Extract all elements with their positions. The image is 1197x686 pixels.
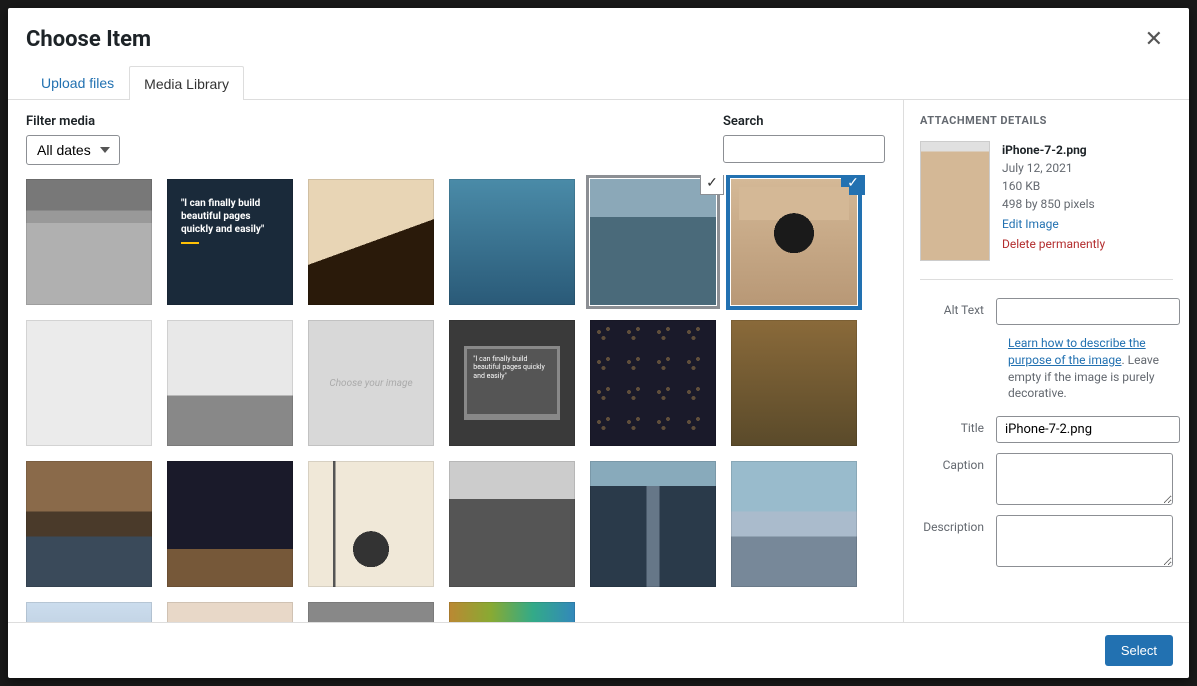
description-label: Description bbox=[920, 515, 996, 534]
delete-link[interactable]: Delete permanently bbox=[1002, 235, 1105, 253]
caption-label: Caption bbox=[920, 453, 996, 472]
media-area: Filter media All dates Search "I can fin… bbox=[8, 100, 904, 622]
check-icon[interactable]: ✓ bbox=[700, 175, 724, 195]
search-label: Search bbox=[723, 114, 885, 129]
attachment-info: iPhone-7-2.png July 12, 2021 160 KB 498 … bbox=[920, 141, 1173, 280]
media-thumb[interactable] bbox=[308, 179, 434, 305]
media-thumb[interactable] bbox=[167, 320, 293, 446]
media-thumb[interactable] bbox=[449, 179, 575, 305]
select-button[interactable]: Select bbox=[1105, 635, 1173, 666]
media-thumb[interactable] bbox=[590, 320, 716, 446]
date-filter-select[interactable]: All dates bbox=[26, 135, 120, 165]
media-thumb[interactable] bbox=[167, 602, 293, 622]
media-thumb[interactable]: ✓ bbox=[590, 179, 716, 305]
alt-text-label: Alt Text bbox=[920, 298, 996, 317]
filter-bar: Filter media All dates Search bbox=[8, 100, 903, 175]
media-modal: Choose Item ✕ Upload files Media Library… bbox=[8, 8, 1189, 678]
media-thumb[interactable] bbox=[449, 461, 575, 587]
modal-footer: Select bbox=[8, 622, 1189, 678]
alt-help-text: Learn how to describe the purpose of the… bbox=[1008, 335, 1173, 402]
media-thumb[interactable] bbox=[167, 461, 293, 587]
modal-content: Filter media All dates Search "I can fin… bbox=[8, 100, 1189, 622]
media-thumb[interactable]: Choose your image bbox=[308, 320, 434, 446]
attachment-meta: iPhone-7-2.png July 12, 2021 160 KB 498 … bbox=[1002, 141, 1105, 261]
title-row: Title bbox=[920, 416, 1173, 443]
attachment-sidebar: ATTACHMENT DETAILS iPhone-7-2.png July 1… bbox=[904, 100, 1189, 622]
filter-media-label: Filter media bbox=[26, 114, 120, 129]
media-thumb[interactable] bbox=[590, 461, 716, 587]
alt-text-row: Alt Text bbox=[920, 298, 1173, 325]
description-input[interactable] bbox=[996, 515, 1173, 567]
media-grid[interactable]: "I can finally build beautiful pages qui… bbox=[8, 175, 903, 622]
media-thumb[interactable] bbox=[26, 602, 152, 622]
attachment-dimensions: 498 by 850 pixels bbox=[1002, 195, 1105, 213]
tab-upload[interactable]: Upload files bbox=[26, 66, 129, 99]
title-label: Title bbox=[920, 416, 996, 435]
filter-media: Filter media All dates bbox=[26, 114, 120, 165]
caption-row: Caption bbox=[920, 453, 1173, 505]
media-thumb[interactable] bbox=[308, 461, 434, 587]
description-row: Description bbox=[920, 515, 1173, 567]
media-thumb[interactable] bbox=[308, 602, 434, 622]
media-thumb[interactable] bbox=[731, 320, 857, 446]
attachment-thumbnail bbox=[920, 141, 990, 261]
media-thumb[interactable] bbox=[26, 461, 152, 587]
title-input[interactable] bbox=[996, 416, 1180, 443]
modal-title: Choose Item bbox=[26, 27, 151, 52]
close-button[interactable]: ✕ bbox=[1137, 22, 1171, 56]
attachment-filename: iPhone-7-2.png bbox=[1002, 141, 1105, 159]
filter-search: Search bbox=[723, 114, 885, 165]
media-thumb[interactable] bbox=[26, 320, 152, 446]
media-thumb[interactable] bbox=[731, 461, 857, 587]
close-icon: ✕ bbox=[1145, 26, 1163, 51]
tabs: Upload files Media Library bbox=[8, 56, 1189, 100]
modal-header: Choose Item ✕ bbox=[8, 8, 1189, 56]
caption-input[interactable] bbox=[996, 453, 1173, 505]
alt-text-input[interactable] bbox=[996, 298, 1180, 325]
sidebar-heading: ATTACHMENT DETAILS bbox=[920, 114, 1173, 127]
media-thumb[interactable]: "I can finally build beautiful pages qui… bbox=[167, 179, 293, 305]
attachment-size: 160 KB bbox=[1002, 177, 1105, 195]
edit-image-link[interactable]: Edit Image bbox=[1002, 215, 1059, 233]
check-icon[interactable]: ✓ bbox=[841, 175, 865, 195]
media-thumb[interactable] bbox=[449, 602, 575, 622]
attachment-date: July 12, 2021 bbox=[1002, 159, 1105, 177]
search-input[interactable] bbox=[723, 135, 885, 163]
media-thumb[interactable] bbox=[26, 179, 152, 305]
tab-library[interactable]: Media Library bbox=[129, 66, 244, 100]
media-thumb[interactable]: ✓ bbox=[731, 179, 857, 305]
media-thumb[interactable]: "I can finally build beautiful pages qui… bbox=[449, 320, 575, 446]
